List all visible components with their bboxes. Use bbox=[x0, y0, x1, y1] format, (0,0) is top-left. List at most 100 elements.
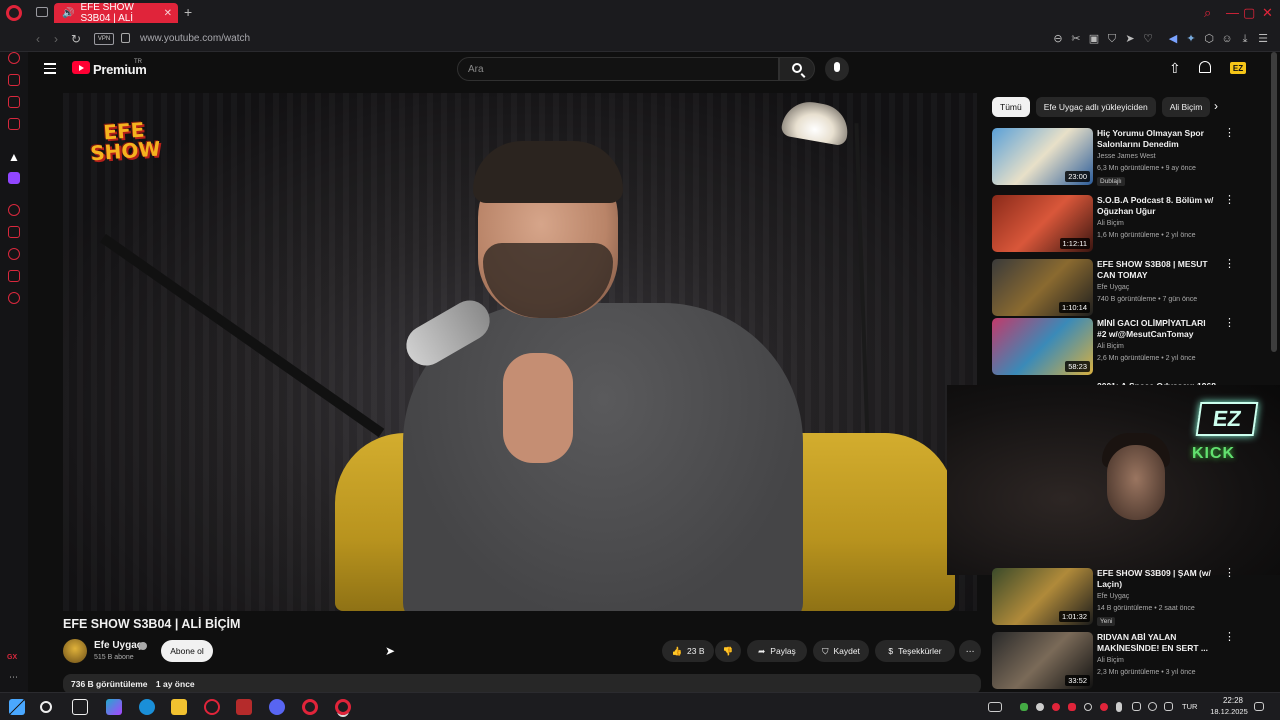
vpn-badge[interactable]: VPN bbox=[94, 33, 114, 45]
audio-icon[interactable]: ◀ bbox=[1167, 33, 1179, 45]
tray-icon[interactable] bbox=[1132, 702, 1141, 711]
video-thumbnail[interactable]: 1:01:32 bbox=[992, 568, 1093, 625]
channel-name[interactable]: Efe Uygaç bbox=[94, 640, 142, 651]
more-options-icon[interactable]: ⋮ bbox=[1224, 128, 1235, 139]
chip-uploader[interactable]: Efe Uygaç adlı yükleyiciden bbox=[1035, 97, 1156, 117]
voice-app-icon[interactable] bbox=[236, 699, 252, 715]
like-button[interactable]: 👍 23 B bbox=[662, 640, 714, 662]
player-icon[interactable] bbox=[8, 204, 20, 216]
dislike-button[interactable]: 👎 bbox=[715, 640, 741, 662]
edge-icon[interactable] bbox=[139, 699, 155, 715]
triangle-app-icon[interactable]: ▲ bbox=[8, 150, 20, 164]
notification-icon[interactable] bbox=[1254, 702, 1264, 711]
bag-icon[interactable] bbox=[8, 74, 20, 86]
video-thumbnail[interactable]: 1:12:11 bbox=[992, 195, 1093, 252]
send-icon[interactable]: ➤ bbox=[1124, 33, 1136, 45]
minimize-icon[interactable]: — bbox=[1226, 5, 1239, 20]
translate-icon[interactable]: ✦ bbox=[1185, 33, 1197, 45]
file-explorer-icon[interactable] bbox=[171, 699, 187, 715]
screenshot-icon[interactable]: ▣ bbox=[1088, 33, 1100, 45]
discord-icon[interactable] bbox=[269, 699, 285, 715]
copilot-icon[interactable] bbox=[106, 699, 122, 715]
description-box[interactable]: 736 B görüntüleme 1 ay önce bbox=[63, 674, 981, 694]
video-player[interactable]: EFE SHOW bbox=[63, 93, 977, 611]
video-thumbnail[interactable]: 33:52 bbox=[992, 632, 1093, 689]
recommendation-item[interactable]: 33:52 RIDVAN ABİ YALAN MAKİNESİNDE! EN S… bbox=[992, 632, 1235, 690]
opera-gx-taskbar-icon[interactable] bbox=[204, 699, 220, 715]
easy-setup-icon[interactable]: ☰ bbox=[1257, 33, 1269, 45]
tray-icon[interactable] bbox=[1068, 703, 1076, 711]
more-options-icon[interactable]: ⋮ bbox=[1224, 568, 1235, 579]
clock-date[interactable]: 18.12.2025 bbox=[1204, 707, 1254, 716]
share-button[interactable]: ➦ Paylaş bbox=[747, 640, 807, 662]
profile-icon[interactable]: ☺ bbox=[1221, 33, 1233, 45]
search-taskbar-icon[interactable] bbox=[40, 701, 52, 713]
more-options-icon[interactable]: ⋮ bbox=[1224, 318, 1235, 329]
volume-icon[interactable] bbox=[1164, 702, 1173, 711]
more-options-icon[interactable]: ⋮ bbox=[1224, 259, 1235, 270]
rec-channel[interactable]: Efe Uygaç bbox=[1097, 593, 1129, 600]
video-thumbnail[interactable]: 1:10:14 bbox=[992, 259, 1093, 316]
rec-channel[interactable]: Ali Biçim bbox=[1097, 343, 1124, 350]
bookmark-icon[interactable] bbox=[8, 226, 20, 238]
opera-gx-active-icon[interactable] bbox=[335, 699, 351, 715]
twitch-icon[interactable] bbox=[8, 172, 20, 184]
rec-title[interactable]: S.O.B.A Podcast 8. Bölüm w/ Oğuzhan Uğur bbox=[1097, 195, 1217, 217]
voice-search-button[interactable] bbox=[825, 57, 849, 81]
heart-icon[interactable]: ♡ bbox=[1142, 33, 1154, 45]
close-tab-icon[interactable]: ✕ bbox=[164, 8, 172, 19]
messenger-icon[interactable] bbox=[8, 96, 20, 108]
chip-ali-bicim[interactable]: Ali Biçim bbox=[1161, 97, 1211, 117]
microphone-tray-icon[interactable] bbox=[1116, 702, 1122, 712]
search-button[interactable] bbox=[779, 57, 815, 81]
page-scrollbar[interactable] bbox=[1271, 52, 1277, 352]
rec-channel[interactable]: Jesse James West bbox=[1097, 153, 1156, 160]
tray-icon[interactable] bbox=[1084, 703, 1092, 711]
youtube-logo-icon[interactable] bbox=[72, 61, 90, 74]
gx-icon[interactable]: GX bbox=[7, 654, 17, 661]
recommendation-item[interactable]: 1:01:32 EFE SHOW S3B09 | ŞAM (w/ Laçin) … bbox=[992, 568, 1235, 626]
send-sidebar-icon[interactable] bbox=[8, 270, 20, 282]
instagram-icon[interactable] bbox=[8, 118, 20, 130]
chevron-right-icon[interactable]: › bbox=[1214, 99, 1218, 113]
rec-channel[interactable]: Efe Uygaç bbox=[1097, 284, 1129, 291]
rec-channel[interactable]: Ali Biçim bbox=[1097, 657, 1124, 664]
rec-channel[interactable]: Ali Biçim bbox=[1097, 220, 1124, 227]
language-indicator[interactable]: TUR bbox=[1182, 702, 1197, 711]
rec-title[interactable]: EFE SHOW S3B09 | ŞAM (w/ Laçin) bbox=[1097, 568, 1217, 590]
forward-icon[interactable]: › bbox=[54, 32, 58, 46]
tray-icon[interactable] bbox=[1148, 702, 1157, 711]
zoom-icon[interactable]: ⊖ bbox=[1052, 33, 1064, 45]
chip-all[interactable]: Tümü bbox=[992, 97, 1030, 117]
rec-title[interactable]: EFE SHOW S3B08 | MESUT CAN TOMAY bbox=[1097, 259, 1217, 281]
url-field[interactable]: www.youtube.com/watch bbox=[140, 33, 250, 44]
lock-icon[interactable] bbox=[121, 33, 130, 43]
thanks-button[interactable]: $ Teşekkürler bbox=[875, 640, 955, 662]
search-input[interactable]: Ara bbox=[457, 57, 779, 81]
rec-title[interactable]: RIDVAN ABİ YALAN MAKİNESİNDE! EN SERT ..… bbox=[1097, 632, 1217, 654]
opera-taskbar-icon[interactable] bbox=[302, 699, 318, 715]
adblock-shield-icon[interactable]: ⛉ bbox=[1106, 33, 1118, 45]
rec-title[interactable]: Hiç Yorumu Olmayan Spor Salonlarını Dene… bbox=[1097, 128, 1217, 150]
more-options-icon[interactable]: ⋮ bbox=[1224, 195, 1235, 206]
notifications-bell-icon[interactable] bbox=[1199, 61, 1211, 73]
extensions-icon[interactable]: ⬡ bbox=[1203, 33, 1215, 45]
recommendation-item[interactable]: 23:00 Hiç Yorumu Olmayan Spor Salonların… bbox=[992, 128, 1235, 186]
tray-icon[interactable] bbox=[1100, 703, 1108, 711]
recommendation-item[interactable]: 58:23 MİNİ GACI OLİMPİYATLARI #2 w/@Mesu… bbox=[992, 318, 1235, 376]
hamburger-menu-icon[interactable] bbox=[44, 63, 56, 77]
new-tab-icon[interactable]: + bbox=[184, 4, 192, 20]
tray-icon[interactable] bbox=[1020, 703, 1028, 711]
save-button[interactable]: ⛉ Kaydet bbox=[813, 640, 869, 662]
account-avatar[interactable]: EZ bbox=[1230, 62, 1246, 74]
task-view-icon[interactable] bbox=[72, 699, 88, 715]
rec-title[interactable]: MİNİ GACI OLİMPİYATLARI #2 w/@MesutCanTo… bbox=[1097, 318, 1217, 340]
more-options-icon[interactable]: ⋮ bbox=[1224, 632, 1235, 643]
clock-time[interactable]: 22:28 bbox=[1213, 696, 1253, 705]
subscribe-button[interactable]: Abone ol bbox=[161, 640, 213, 662]
snapshot-icon[interactable]: ✂ bbox=[1070, 33, 1082, 45]
search-tabs-icon[interactable]: ⌕ bbox=[1204, 5, 1211, 21]
tray-icon[interactable] bbox=[1036, 703, 1044, 711]
active-tab[interactable]: 🔊 EFE SHOW S3B04 | ALİ ✕ bbox=[54, 2, 178, 24]
download-icon[interactable]: ⤓ bbox=[1239, 33, 1251, 45]
